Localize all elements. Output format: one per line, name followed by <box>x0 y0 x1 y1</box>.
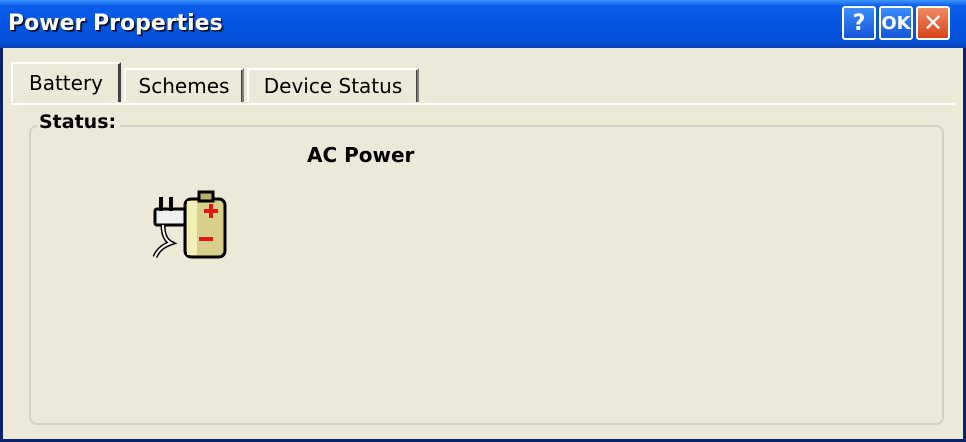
tab-device-status[interactable]: Device Status <box>247 68 419 102</box>
title-bar[interactable]: Power Properties ? OK ✕ <box>0 0 966 48</box>
tab-battery[interactable]: Battery <box>11 62 121 102</box>
battery-tab-panel: Status: AC Power <box>11 103 955 430</box>
close-button[interactable]: ✕ <box>916 6 950 40</box>
window-title: Power Properties <box>8 11 223 36</box>
dialog-content: Battery Schemes Device Status Status: AC… <box>0 48 966 442</box>
power-status-text: AC Power <box>307 143 415 167</box>
tab-schemes[interactable]: Schemes <box>124 68 244 102</box>
ac-power-battery-icon <box>152 190 227 259</box>
ok-button[interactable]: OK <box>879 6 913 40</box>
status-group-label: Status: <box>37 111 121 133</box>
power-properties-window: Power Properties ? OK ✕ Battery Schemes … <box>0 0 966 442</box>
help-button[interactable]: ? <box>842 6 876 40</box>
status-groupbox <box>29 125 944 425</box>
